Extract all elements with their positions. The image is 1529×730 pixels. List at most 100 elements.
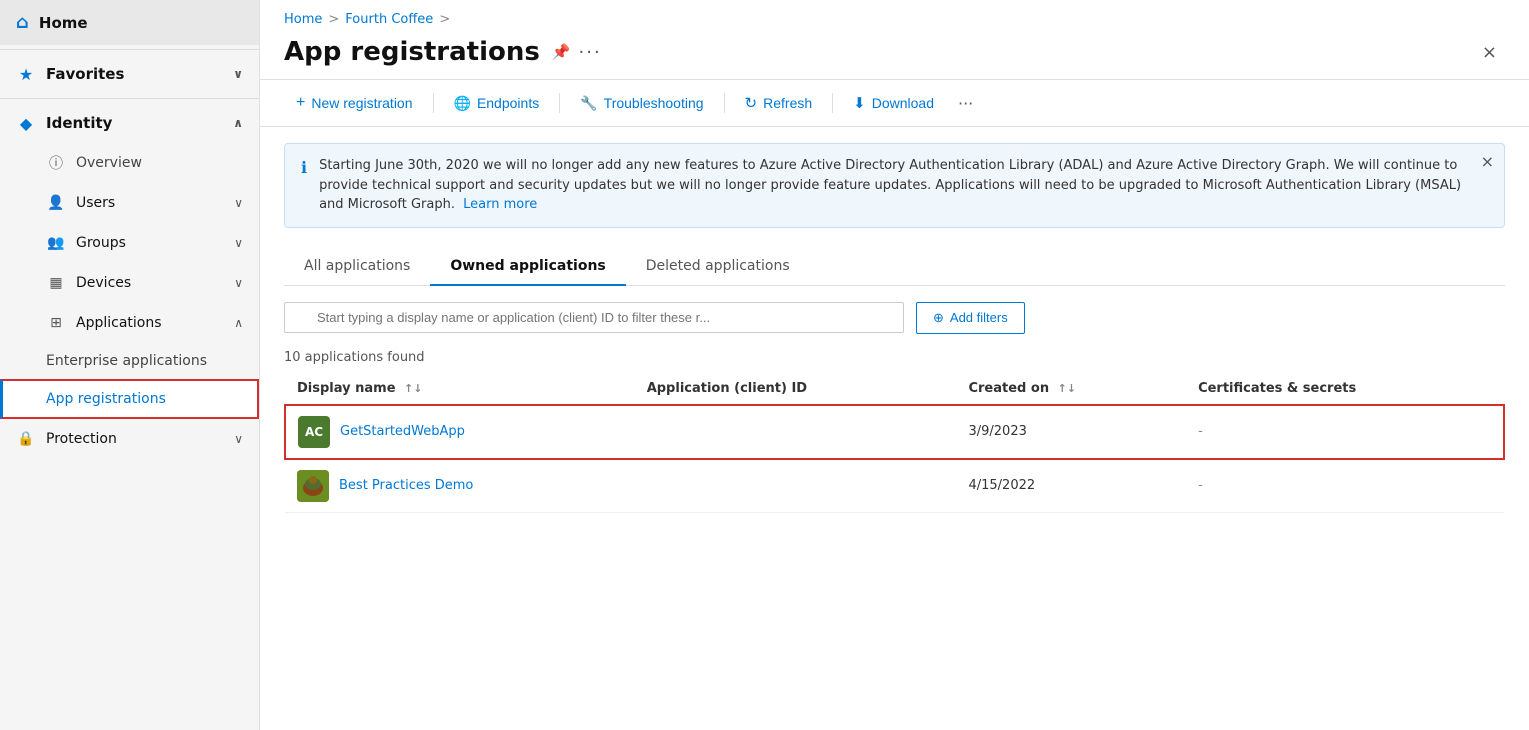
sidebar-item-devices[interactable]: ▦ Devices ∨ [0,263,259,303]
app-link-1[interactable]: GetStartedWebApp [340,424,465,439]
identity-label: Identity [46,114,112,132]
info-icon: ℹ [301,158,307,177]
devices-label: Devices [76,275,131,291]
toolbar-divider-1 [433,93,434,113]
table-row: AC GetStartedWebApp 3/9/2023 - [285,405,1504,459]
table-row: Best Practices Demo 4/15/2022 - [285,459,1504,513]
filter-row: 🔍 ⊕ Add filters [284,302,1505,334]
sidebar-item-home[interactable]: ⌂ Home [0,0,259,45]
breadcrumb-sep2: > [439,12,450,27]
troubleshooting-label: Troubleshooting [604,95,704,111]
search-wrapper: 🔍 [284,302,904,333]
app-link-2[interactable]: Best Practices Demo [339,478,473,493]
globe-icon: 🌐 [454,95,471,112]
sidebar: ⌂ Home ★ Favorites ∨ ◆ Identity ∧ ⓘ Over… [0,0,260,730]
sort-created-on-icon: ↑↓ [1058,382,1076,395]
chevron-up-icon: ∧ [233,116,243,130]
table-wrapper: Display name ↑↓ Application (client) ID … [284,373,1505,513]
refresh-label: Refresh [763,95,812,111]
app-registrations-label: App registrations [46,391,166,407]
home-label: Home [39,14,88,32]
toolbar-divider-4 [832,93,833,113]
applications-icon: ⊞ [46,313,66,333]
sidebar-item-app-registrations[interactable]: App registrations [0,379,259,419]
protection-icon: 🔒 [16,429,36,449]
toolbar-divider-3 [724,93,725,113]
page-title: App registrations [284,37,540,67]
add-filters-button[interactable]: ⊕ Add filters [916,302,1025,334]
sidebar-item-identity[interactable]: ◆ Identity ∧ [0,103,259,143]
info-circle-icon: ⓘ [46,153,66,173]
breadcrumb-sep1: > [328,12,339,27]
endpoints-button[interactable]: 🌐 Endpoints [442,89,552,118]
cell-display-name-2: Best Practices Demo [285,459,635,513]
devices-icon: ▦ [46,273,66,293]
tab-all-applications[interactable]: All applications [284,248,430,286]
sidebar-item-applications[interactable]: ⊞ Applications ∧ [0,303,259,343]
cell-created-on-1: 3/9/2023 [956,405,1186,459]
more-options-icon[interactable]: ··· [579,42,602,63]
col-client-id: Application (client) ID [635,373,957,405]
sidebar-item-overview[interactable]: ⓘ Overview [0,143,259,183]
groups-chevron-icon: ∨ [234,236,243,250]
download-button[interactable]: ⬇ Download [841,88,946,118]
new-registration-button[interactable]: + New registration [284,88,425,118]
applications-label: Applications [76,315,162,331]
col-display-name[interactable]: Display name ↑↓ [285,373,635,405]
protection-label: Protection [46,431,117,447]
toolbar: + New registration 🌐 Endpoints 🔧 Trouble… [260,79,1529,127]
sidebar-item-enterprise-apps[interactable]: Enterprise applications [0,343,259,379]
breadcrumb-home[interactable]: Home [284,12,322,27]
refresh-button[interactable]: ↻ Refresh [733,88,825,118]
tab-deleted-applications[interactable]: Deleted applications [626,248,810,286]
search-input[interactable] [284,302,904,333]
endpoints-label: Endpoints [477,95,539,111]
wrench-icon: 🔧 [580,95,597,112]
toolbar-divider-2 [559,93,560,113]
tab-owned-applications[interactable]: Owned applications [430,248,625,286]
app-name-cell-1: AC GetStartedWebApp [298,416,623,448]
favorites-label: Favorites [46,65,124,83]
col-certs: Certificates & secrets [1186,373,1504,405]
tabs: All applications Owned applications Dele… [284,248,1505,286]
sidebar-item-groups[interactable]: 👥 Groups ∨ [0,223,259,263]
sidebar-item-users[interactable]: 👤 Users ∨ [0,183,259,223]
applications-table: Display name ↑↓ Application (client) ID … [284,373,1505,513]
content-area: ℹ Starting June 30th, 2020 we will no lo… [260,127,1529,730]
add-filters-label: Add filters [950,310,1008,325]
divider-2 [0,98,259,99]
cell-certs-1: - [1186,405,1504,459]
toolbar-more-icon[interactable]: ··· [950,90,981,117]
applications-chevron-icon: ∧ [234,316,243,330]
users-chevron-icon: ∨ [234,196,243,210]
breadcrumb-tenant[interactable]: Fourth Coffee [345,12,433,27]
protection-chevron-icon: ∨ [234,432,243,446]
app-icon-2 [297,470,329,502]
download-icon: ⬇ [853,94,866,112]
pin-icon[interactable]: 📌 [552,43,571,61]
col-created-on[interactable]: Created on ↑↓ [956,373,1186,405]
sort-display-name-icon: ↑↓ [404,382,422,395]
breadcrumb: Home > Fourth Coffee > [260,0,1529,33]
close-button[interactable]: × [1474,38,1505,67]
overview-label: Overview [76,155,142,171]
home-icon: ⌂ [16,12,29,33]
new-registration-label: New registration [311,95,412,111]
chevron-down-icon: ∨ [233,67,243,81]
main-content: Home > Fourth Coffee > App registrations… [260,0,1529,730]
cell-client-id-2 [635,459,957,513]
app-name-cell-2: Best Practices Demo [297,470,623,502]
divider-1 [0,49,259,50]
cell-created-on-2: 4/15/2022 [956,459,1186,513]
cell-display-name-1: AC GetStartedWebApp [285,405,635,459]
sidebar-item-favorites[interactable]: ★ Favorites ∨ [0,54,259,94]
sidebar-item-protection[interactable]: 🔒 Protection ∨ [0,419,259,459]
groups-icon: 👥 [46,233,66,253]
learn-more-link[interactable]: Learn more [463,197,537,212]
users-label: Users [76,195,115,211]
close-banner-button[interactable]: × [1481,152,1494,171]
troubleshooting-button[interactable]: 🔧 Troubleshooting [568,89,715,118]
plus-icon: + [296,94,305,112]
page-header: App registrations 📌 ··· × [260,33,1529,79]
diamond-icon: ◆ [16,113,36,133]
